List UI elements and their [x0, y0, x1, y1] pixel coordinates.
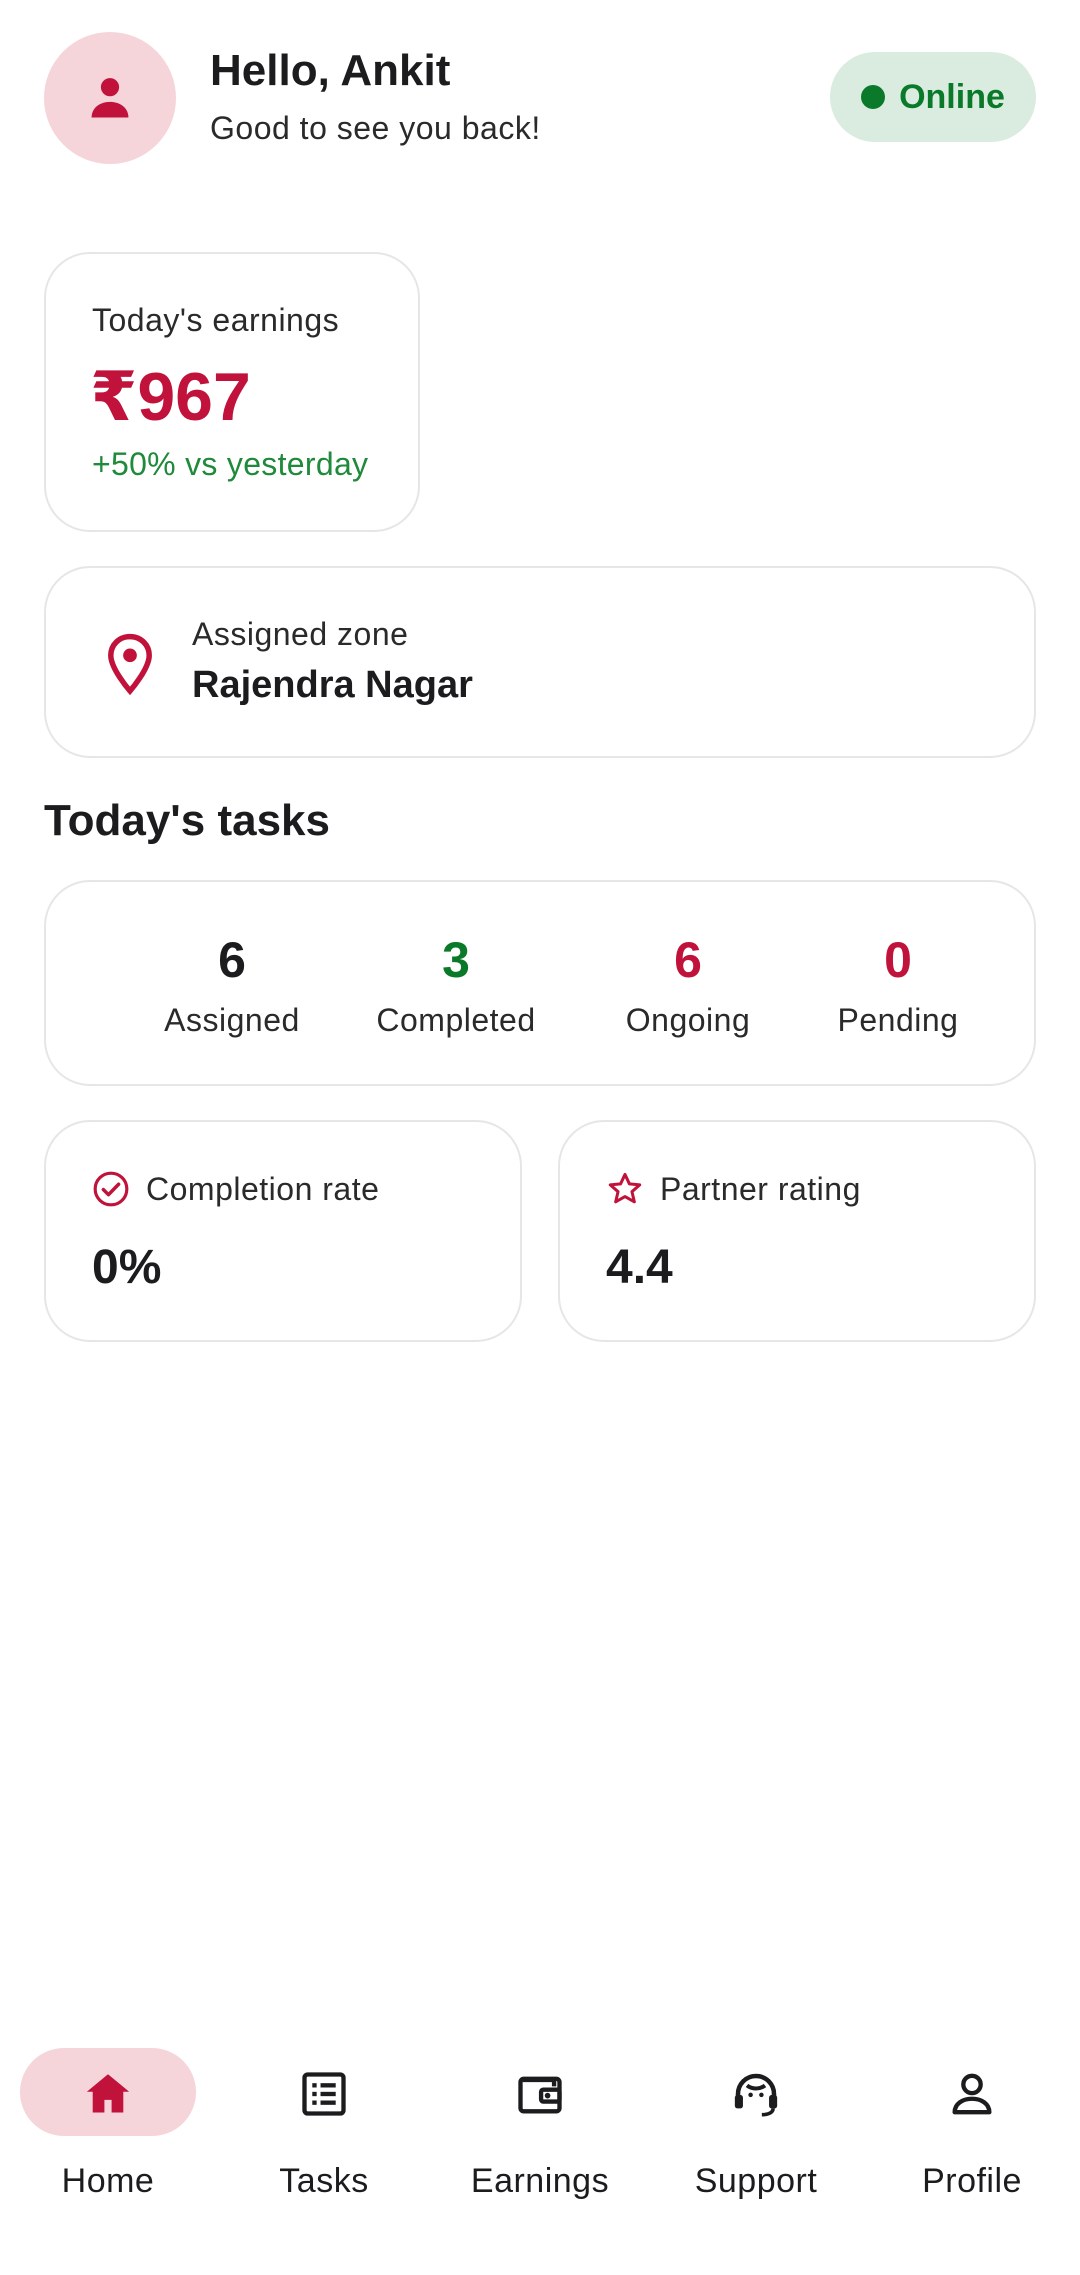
- person-icon: [91, 78, 129, 118]
- nav-label: Earnings: [470, 2162, 610, 2200]
- nav-item-support[interactable]: Support: [648, 2040, 864, 2220]
- wallet-icon: [512, 2066, 568, 2122]
- headset-icon: [728, 2066, 784, 2122]
- completion-rate-label: Completion rate: [146, 1170, 380, 1207]
- partner-rating-card[interactable]: Partner rating 4.4: [558, 1120, 1036, 1342]
- greeting-subtitle: Good to see you back!: [210, 110, 541, 146]
- earnings-value: ₹967: [90, 359, 251, 435]
- stat-assigned[interactable]: 6 Assigned: [132, 932, 332, 1039]
- partner-rating-value: 4.4: [606, 1241, 673, 1294]
- tasks-section-title: Today's tasks: [44, 796, 330, 845]
- avatar[interactable]: [44, 32, 176, 164]
- completion-rate-card[interactable]: Completion rate 0%: [44, 1120, 522, 1342]
- location-pin-icon: [108, 633, 152, 696]
- home-icon: [80, 2066, 136, 2122]
- nav-label: Home: [61, 2162, 155, 2200]
- nav-item-tasks[interactable]: Tasks: [216, 2040, 432, 2220]
- earnings-card[interactable]: Today's earnings ₹967 +50% vs yesterday: [44, 252, 420, 532]
- zone-value: Rajendra Nagar: [192, 664, 473, 706]
- nav-label: Tasks: [279, 2162, 369, 2200]
- greeting-title: Hello, Ankit: [210, 46, 451, 95]
- nav-item-earnings[interactable]: Earnings: [432, 2040, 648, 2220]
- nav-label: Profile: [922, 2162, 1022, 2200]
- stat-value: 6: [674, 932, 702, 988]
- stat-label: Pending: [837, 1002, 959, 1038]
- online-status-toggle[interactable]: Online: [830, 52, 1036, 142]
- stat-label: Completed: [376, 1002, 536, 1038]
- header: Hello, Ankit Good to see you back! Onlin…: [44, 32, 1036, 164]
- status-label: Online: [899, 77, 1005, 116]
- nav-item-home[interactable]: Home: [0, 2040, 216, 2220]
- earnings-delta: +50% vs yesterday: [92, 446, 369, 482]
- stat-label: Assigned: [164, 1002, 300, 1038]
- nav-label: Support: [694, 2162, 818, 2200]
- star-icon: [608, 1172, 642, 1204]
- stat-ongoing[interactable]: 6 Ongoing: [588, 932, 788, 1039]
- tasks-summary-card[interactable]: 6 Assigned 3 Completed 6 Ongoing 0 Pendi…: [44, 880, 1036, 1086]
- check-circle-icon: [93, 1171, 129, 1207]
- stat-value: 3: [442, 932, 470, 988]
- completion-rate-value: 0%: [92, 1241, 162, 1294]
- zone-label: Assigned zone: [192, 616, 409, 652]
- nav-item-profile[interactable]: Profile: [864, 2040, 1080, 2220]
- stat-value: 6: [218, 932, 246, 988]
- person-outline-icon: [944, 2066, 1000, 2122]
- stat-value: 0: [884, 932, 912, 988]
- stat-pending[interactable]: 0 Pending: [798, 932, 998, 1039]
- stat-completed[interactable]: 3 Completed: [356, 932, 556, 1039]
- earnings-label: Today's earnings: [92, 302, 340, 338]
- bottom-navigation: Home Tasks Earnings Support Profile: [0, 2040, 1080, 2220]
- partner-rating-label: Partner rating: [660, 1170, 861, 1207]
- assigned-zone-card[interactable]: Assigned zone Rajendra Nagar: [44, 566, 1036, 758]
- stat-label: Ongoing: [625, 1002, 751, 1038]
- status-dot-icon: [861, 85, 886, 109]
- list-icon: [296, 2066, 352, 2122]
